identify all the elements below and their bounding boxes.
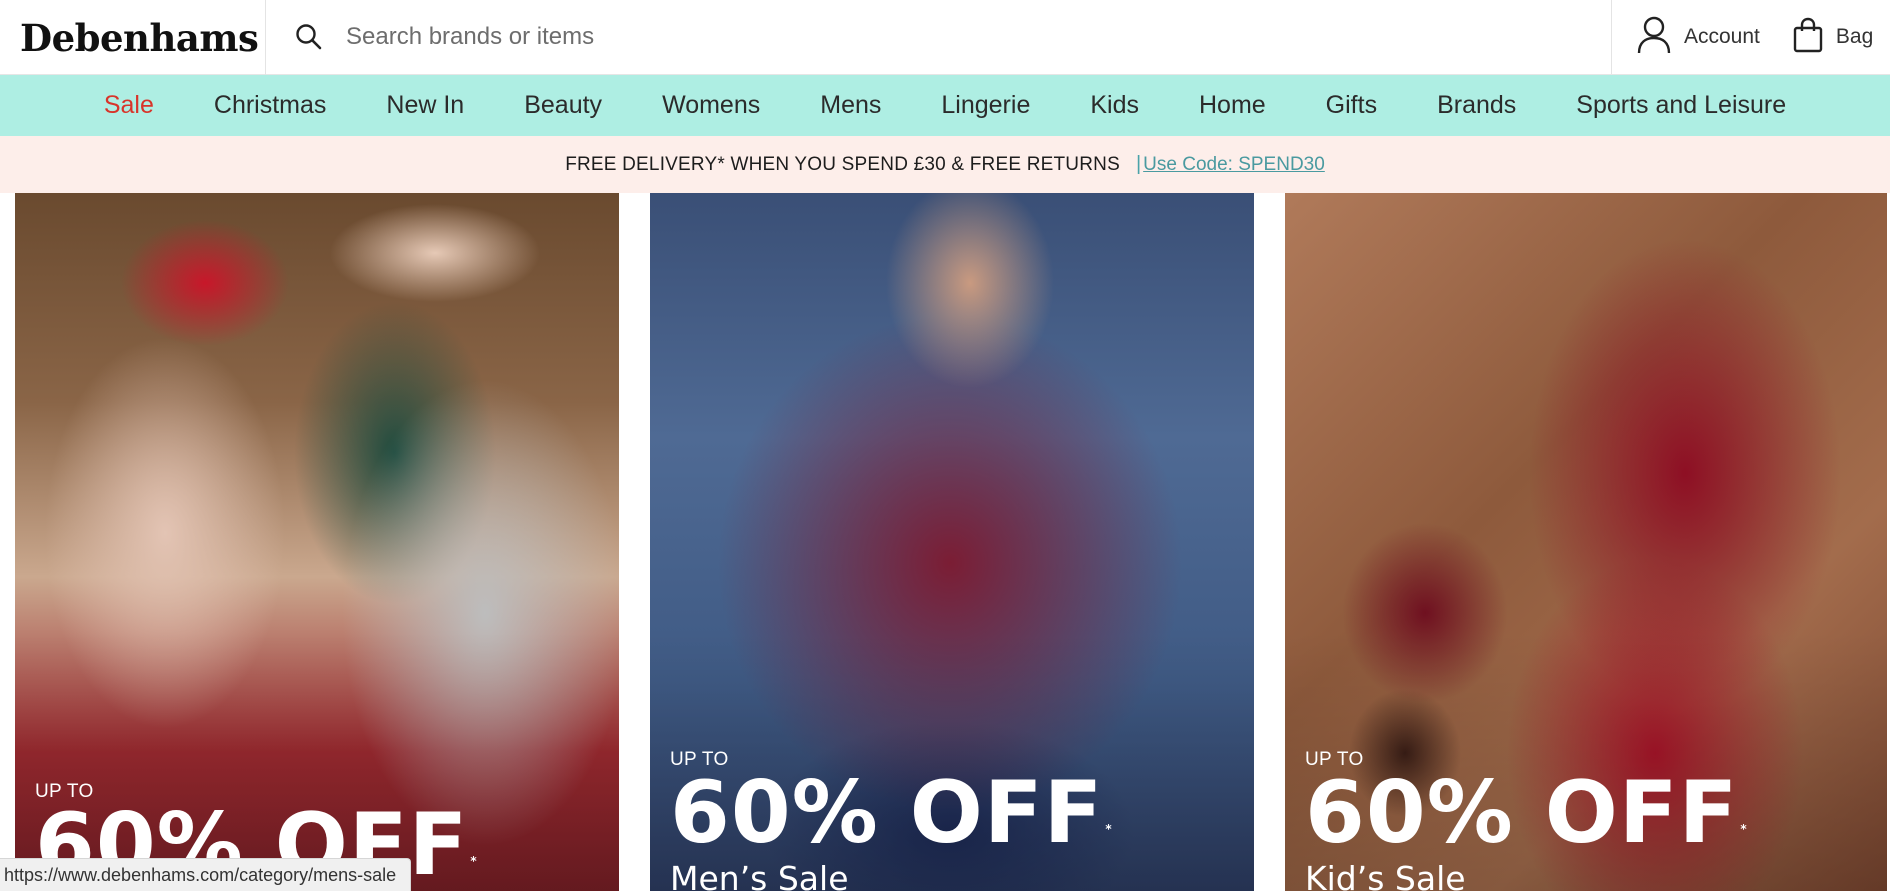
tile-asterisk: * <box>1740 822 1748 836</box>
tile-discount-value: 60% OFF <box>670 763 1104 863</box>
nav-item-kids[interactable]: Kids <box>1060 91 1169 120</box>
status-url: https://www.debenhams.com/category/mens-… <box>4 864 397 885</box>
site-header: Debenhams Account <box>0 0 1890 75</box>
tile-name: Men’s Sale <box>670 859 849 891</box>
bag-button[interactable]: Bag <box>1792 17 1873 58</box>
nav-item-beauty[interactable]: Beauty <box>494 91 632 120</box>
tile-discount: 60% OFF * <box>1305 767 1748 859</box>
tile-discount-value: 60% OFF <box>1305 763 1739 863</box>
mens-sale-tile[interactable]: UP TO 60% OFF * Men’s Sale <box>650 193 1254 891</box>
nav-item-sports-and-leisure[interactable]: Sports and Leisure <box>1546 91 1816 120</box>
nav-item-womens[interactable]: Womens <box>632 91 790 120</box>
sale-tiles: UP TO 60% OFF * UP TO 60% OFF * Men’s Sale… <box>0 193 1890 891</box>
promo-code-link[interactable]: Use Code: SPEND30 <box>1143 154 1325 176</box>
womens-sale-tile[interactable]: UP TO 60% OFF * <box>15 193 619 891</box>
search-bar[interactable] <box>266 0 1612 74</box>
shopping-bag-icon <box>1792 17 1824 58</box>
promo-separator: | <box>1135 153 1142 175</box>
browser-status-bar: https://www.debenhams.com/category/mens-… <box>0 858 412 891</box>
nav-item-brands[interactable]: Brands <box>1407 91 1546 120</box>
nav-item-christmas[interactable]: Christmas <box>184 91 357 120</box>
promo-banner: FREE DELIVERY* WHEN YOU SPEND £30 & FREE… <box>0 136 1890 193</box>
nav-item-new-in[interactable]: New In <box>356 91 494 120</box>
nav-list: Sale Christmas New In Beauty Womens Mens… <box>74 91 1816 120</box>
tile-asterisk: * <box>470 854 478 868</box>
tile-discount: 60% OFF * <box>670 767 1113 859</box>
nav-item-sale[interactable]: Sale <box>74 91 184 120</box>
tile-caption: UP TO 60% OFF * Men’s Sale <box>670 749 1113 891</box>
header-actions: Account Bag <box>1612 0 1890 74</box>
main-navigation: Sale Christmas New In Beauty Womens Mens… <box>0 75 1890 136</box>
nav-item-mens[interactable]: Mens <box>790 91 911 120</box>
tile-asterisk: * <box>1105 822 1113 836</box>
nav-item-home[interactable]: Home <box>1169 91 1296 120</box>
logo-container[interactable]: Debenhams <box>0 0 266 75</box>
site-logo[interactable]: Debenhams <box>20 16 259 60</box>
account-label: Account <box>1684 25 1760 48</box>
nav-item-gifts[interactable]: Gifts <box>1296 91 1407 120</box>
user-icon <box>1636 15 1672 60</box>
account-button[interactable]: Account <box>1636 15 1760 60</box>
bag-label: Bag <box>1835 25 1874 48</box>
search-icon[interactable] <box>292 20 326 54</box>
kids-sale-tile[interactable]: UP TO 60% OFF * Kid’s Sale <box>1285 193 1887 891</box>
promo-text: FREE DELIVERY* WHEN YOU SPEND £30 & FREE… <box>565 153 1120 175</box>
tile-caption: UP TO 60% OFF * Kid’s Sale <box>1305 749 1748 891</box>
nav-item-lingerie[interactable]: Lingerie <box>911 91 1060 120</box>
search-input[interactable] <box>346 23 1246 51</box>
tile-name: Kid’s Sale <box>1305 859 1466 891</box>
